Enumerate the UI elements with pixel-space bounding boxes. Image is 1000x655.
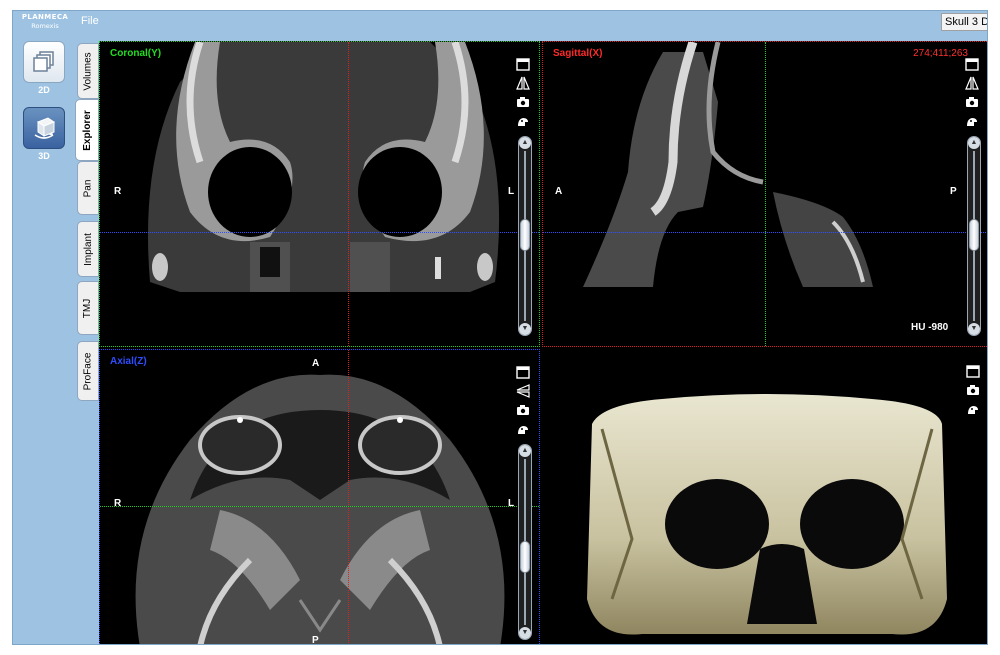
top-bar: PLANMECA Romexis File Skull 3 D (13, 11, 987, 33)
axial-orient-right: L (508, 498, 515, 509)
cursor-coordinates: 274;411;263 (913, 48, 968, 59)
hu-readout: HU -980 (911, 322, 949, 333)
sagittal-slice-slider[interactable]: ▲ ▼ (967, 136, 981, 336)
coronal-title: Coronal(Y) (110, 48, 162, 59)
axial-crosshair-horizontal[interactable] (100, 506, 539, 507)
axial-view[interactable]: Axial(Z) A P R L ▲ ▼ (99, 349, 540, 645)
tab-implant-label: Implant (82, 232, 94, 266)
mode-2d-button[interactable] (23, 41, 65, 83)
tab-volumes[interactable]: Volumes (77, 43, 99, 99)
coronal-slider-thumb[interactable] (520, 219, 530, 251)
sagittal-view[interactable]: Sagittal(X) 274;411;263 A P HU -980 ▲ ▼ (542, 41, 987, 347)
tab-pan[interactable]: Pan (77, 161, 99, 215)
axial-slider-thumb[interactable] (520, 541, 530, 573)
sagittal-crosshair-horizontal[interactable] (543, 232, 987, 233)
maximize-icon[interactable] (964, 56, 980, 72)
coronal-ct-image (148, 42, 500, 292)
logo-brand: PLANMECA (21, 13, 69, 21)
volume-render-view[interactable] (542, 349, 987, 644)
chevron-up-icon[interactable]: ▲ (519, 137, 531, 149)
axial-ct-image (135, 374, 505, 644)
axial-orient-left: R (114, 498, 122, 509)
stacked-layers-icon (33, 51, 54, 72)
axial-slice-slider[interactable]: ▲ ▼ (518, 444, 532, 640)
flip-icon[interactable] (515, 75, 531, 91)
axial-orient-bottom: P (312, 635, 319, 645)
tab-explorer-label: Explorer (81, 109, 93, 151)
axial-title: Axial(Z) (110, 356, 147, 367)
camera-icon[interactable] (515, 94, 531, 110)
sagittal-slider-thumb[interactable] (969, 219, 979, 251)
coronal-orient-left: R (114, 186, 122, 197)
coronal-crosshair-horizontal[interactable] (100, 232, 539, 233)
flip-icon[interactable] (515, 383, 531, 399)
maximize-icon[interactable] (965, 363, 981, 379)
tab-explorer[interactable]: Explorer (75, 99, 99, 161)
tab-implant[interactable]: Implant (77, 221, 99, 277)
axial-orient-top: A (312, 358, 320, 369)
sagittal-orient-right: P (950, 186, 957, 197)
maximize-icon[interactable] (515, 364, 531, 380)
sagittal-toolbar (964, 56, 982, 132)
coronal-orient-right: L (508, 186, 515, 197)
tab-pan-label: Pan (82, 179, 94, 197)
viewer-grid: Coronal(Y) R L ▲ ▼ Sagittal(X) 274;411;2… (99, 41, 987, 645)
measure-hand-icon[interactable] (965, 401, 981, 417)
document-title-field[interactable]: Skull 3 D (941, 13, 987, 31)
tab-proface-label: ProFace (82, 352, 94, 390)
skull-3d-render (587, 394, 947, 635)
measure-hand-icon[interactable] (515, 113, 531, 129)
chevron-down-icon[interactable]: ▼ (968, 323, 980, 335)
chevron-down-icon[interactable]: ▼ (519, 627, 531, 639)
camera-icon[interactable] (965, 382, 981, 398)
measure-hand-icon[interactable] (515, 421, 531, 437)
chevron-up-icon[interactable]: ▲ (519, 445, 531, 457)
sagittal-title: Sagittal(X) (553, 48, 603, 59)
tab-tmj[interactable]: TMJ (77, 281, 99, 335)
sagittal-crosshair-vertical[interactable] (765, 42, 766, 346)
logo-product: Romexis (31, 22, 59, 30)
axial-toolbar (515, 364, 533, 440)
planmeca-logo: PLANMECA Romexis (15, 13, 75, 31)
axial-crosshair-vertical[interactable] (348, 350, 349, 644)
file-menu[interactable]: File (81, 15, 99, 27)
mode-2d-label: 2D (38, 85, 50, 95)
mode-3d-button[interactable] (23, 107, 65, 149)
tab-volumes-label: Volumes (82, 51, 94, 91)
coronal-slice-slider[interactable]: ▲ ▼ (518, 136, 532, 336)
render3d-toolbar (965, 363, 983, 420)
coronal-view[interactable]: Coronal(Y) R L ▲ ▼ (99, 41, 540, 347)
chevron-down-icon[interactable]: ▼ (519, 323, 531, 335)
coronal-toolbar (515, 56, 533, 132)
camera-icon[interactable] (964, 94, 980, 110)
camera-icon[interactable] (515, 402, 531, 418)
tab-proface[interactable]: ProFace (77, 341, 99, 401)
app-window: PLANMECA Romexis File Skull 3 D 2D 3D Vo… (12, 10, 988, 645)
sagittal-orient-left: A (555, 186, 563, 197)
tab-tmj-label: TMJ (82, 298, 94, 318)
rotate-cube-icon (34, 117, 56, 139)
measure-hand-icon[interactable] (964, 113, 980, 129)
mode-3d-label: 3D (38, 151, 50, 161)
coronal-crosshair-vertical[interactable] (348, 42, 349, 346)
maximize-icon[interactable] (515, 56, 531, 72)
flip-icon[interactable] (964, 75, 980, 91)
chevron-up-icon[interactable]: ▲ (968, 137, 980, 149)
